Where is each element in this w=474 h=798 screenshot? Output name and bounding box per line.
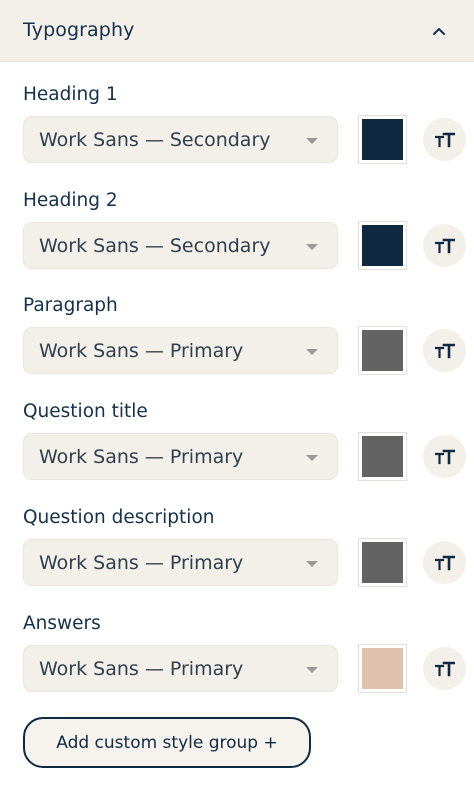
text-size-button[interactable] [423, 435, 466, 478]
caret-down-icon [306, 667, 318, 673]
text-size-icon [434, 132, 455, 147]
style-label: Paragraph [23, 295, 118, 316]
color-swatch-button[interactable] [358, 538, 407, 587]
style-label: Question description [23, 507, 215, 528]
font-select[interactable]: Work Sans — Secondary [23, 116, 338, 163]
typography-row: Answers Work Sans — Primary [0, 613, 474, 713]
text-size-button[interactable] [423, 118, 466, 161]
text-size-icon [434, 449, 455, 464]
caret-down-icon [306, 138, 318, 144]
typography-row: Paragraph Work Sans — Primary [0, 295, 474, 395]
font-select[interactable]: Work Sans — Primary [23, 539, 338, 586]
color-swatch [362, 436, 403, 477]
font-select-value: Work Sans — Primary [39, 552, 244, 574]
typography-header[interactable]: Typography [0, 0, 474, 62]
color-swatch-button[interactable] [358, 221, 407, 270]
text-size-icon [434, 238, 455, 253]
add-custom-style-group-button[interactable]: Add custom style group + [23, 717, 311, 768]
font-select[interactable]: Work Sans — Secondary [23, 222, 338, 269]
text-size-button[interactable] [423, 647, 466, 690]
style-label: Heading 2 [23, 190, 118, 211]
text-size-button[interactable] [423, 541, 466, 584]
text-size-button[interactable] [423, 224, 466, 267]
color-swatch-button[interactable] [358, 644, 407, 693]
color-swatch [362, 542, 403, 583]
text-size-icon [434, 555, 455, 570]
caret-down-icon [306, 244, 318, 250]
font-select[interactable]: Work Sans — Primary [23, 645, 338, 692]
font-select-value: Work Sans — Secondary [39, 129, 271, 151]
font-select[interactable]: Work Sans — Primary [23, 327, 338, 374]
typography-row: Heading 1 Work Sans — Secondary [0, 84, 474, 184]
style-label: Heading 1 [23, 84, 118, 105]
style-label: Answers [23, 613, 101, 634]
color-swatch [362, 119, 403, 160]
panel-title: Typography [23, 19, 135, 41]
caret-down-icon [306, 349, 318, 355]
text-size-icon [434, 661, 455, 676]
style-label: Question title [23, 401, 148, 422]
color-swatch [362, 648, 403, 689]
color-swatch-button[interactable] [358, 115, 407, 164]
font-select-value: Work Sans — Secondary [39, 235, 271, 257]
font-select-value: Work Sans — Primary [39, 340, 244, 362]
typography-row: Question title Work Sans — Primary [0, 401, 474, 501]
typography-row: Heading 2 Work Sans — Secondary [0, 190, 474, 290]
color-swatch-button[interactable] [358, 432, 407, 481]
collapse-button[interactable] [426, 19, 452, 43]
chevron-up-icon [433, 28, 445, 35]
caret-down-icon [306, 561, 318, 567]
color-swatch [362, 330, 403, 371]
font-select-value: Work Sans — Primary [39, 658, 244, 680]
color-swatch [362, 225, 403, 266]
color-swatch-button[interactable] [358, 326, 407, 375]
font-select[interactable]: Work Sans — Primary [23, 433, 338, 480]
text-size-button[interactable] [423, 329, 466, 372]
font-select-value: Work Sans — Primary [39, 446, 244, 468]
text-size-icon [434, 343, 455, 358]
caret-down-icon [306, 455, 318, 461]
typography-row: Question description Work Sans — Primary [0, 507, 474, 607]
